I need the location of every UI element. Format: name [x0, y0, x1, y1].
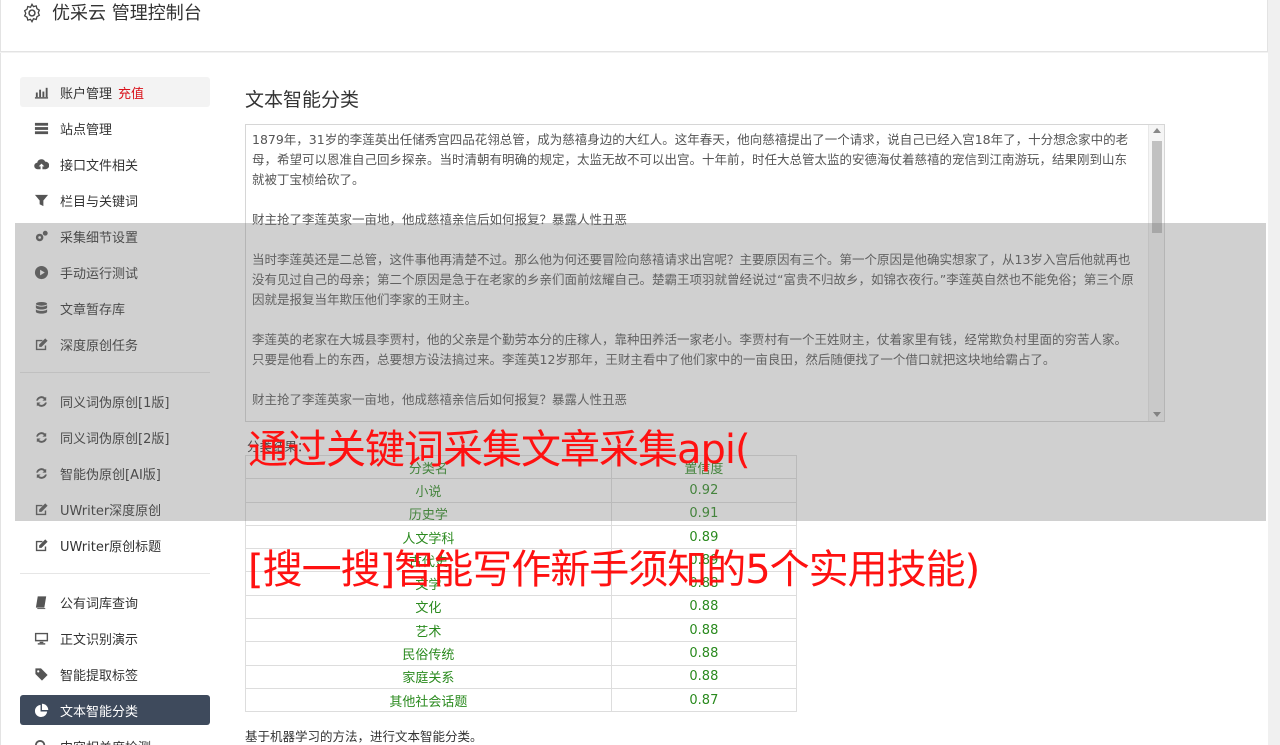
confidence-cell: 0.87 [610, 687, 798, 713]
book-icon [32, 593, 50, 611]
sidebar-item-label: UWriter原创标题 [60, 539, 162, 555]
sidebar-item-label: 正文识别演示 [60, 632, 139, 648]
footer-note: 基于机器学习的方法，进行文本智能分类。 [245, 729, 483, 744]
sidebar-item-tag-extract[interactable]: 智能提取标签 [20, 659, 210, 689]
category-cell: 民俗传统 [245, 641, 612, 666]
sidebar-item-label: 公有词库查询 [60, 596, 139, 612]
server-icon [32, 119, 50, 137]
gear-icon[interactable] [21, 2, 43, 24]
search-icon [32, 737, 50, 745]
sidebar-item-label: 智能提取标签 [60, 668, 139, 684]
scroll-thumb[interactable] [1152, 141, 1162, 233]
sidebar-item-account[interactable]: 账户管理 充值 [20, 77, 210, 107]
category-cell: 家庭关系 [245, 664, 612, 689]
table-row: 民俗传统 0.88 [245, 641, 798, 666]
sidebar-item-label: 文本智能分类 [60, 704, 139, 720]
category-cell: 艺术 [245, 618, 612, 643]
confidence-cell: 0.88 [610, 664, 798, 689]
sidebar-item-label: 栏目与关键词 [60, 194, 139, 210]
top-bar: 优采云 管理控制台 [0, 0, 1268, 52]
sidebar-item-text-classify[interactable]: 文本智能分类 [20, 695, 210, 725]
sidebar-item-label: 站点管理 [60, 122, 113, 138]
overlay-headline: [搜一搜]智能写作新手须知的5个实用技能) [248, 547, 980, 593]
category-cell: 文化 [245, 594, 612, 620]
scroll-up-icon[interactable] [1153, 128, 1161, 133]
cloud-upload-icon [32, 155, 50, 173]
page-scrollbar[interactable] [1268, 0, 1280, 745]
overlay-headline: 通过关键词采集文章采集api( [248, 427, 751, 473]
category-cell: 其他社会话题 [245, 687, 612, 713]
page-title: 文本智能分类 [245, 89, 360, 111]
sidebar-item-public-lexicon[interactable]: 公有词库查询 [20, 587, 210, 617]
app-title: 优采云 管理控制台 [52, 3, 202, 24]
sidebar-item-relevance-check[interactable]: 内容相关度检测 [20, 731, 210, 745]
filter-icon [32, 191, 50, 209]
article-paragraph: 1879年，31岁的李莲英出任储秀宫四品花翎总管，成为慈禧身边的大红人。这年春天… [252, 132, 1129, 187]
table-row: 文化 0.88 [245, 594, 798, 620]
table-row: 家庭关系 0.88 [245, 664, 798, 689]
recharge-link[interactable]: 充值 [118, 83, 144, 102]
sidebar-item-label: 账户管理 [60, 86, 113, 102]
sidebar-item-label: 内容相关度检测 [60, 737, 151, 745]
sidebar-item-sites[interactable]: 站点管理 [20, 113, 210, 143]
confidence-cell: 0.88 [610, 641, 798, 666]
confidence-cell: 0.88 [610, 618, 798, 643]
sidebar-item-interface-files[interactable]: 接口文件相关 [20, 149, 210, 179]
desktop-icon [32, 629, 50, 647]
confidence-cell: 0.88 [610, 594, 798, 620]
bar-chart-icon [32, 83, 50, 101]
sidebar-item-label: 接口文件相关 [60, 158, 139, 174]
tag-icon [32, 665, 50, 683]
table-row: 艺术 0.88 [245, 618, 798, 643]
sidebar-divider [20, 573, 210, 574]
gray-overlay-band [15, 223, 1266, 521]
sidebar-item-uwriter-title[interactable]: UWriter原创标题 [20, 530, 210, 560]
sidebar-item-text-recognition[interactable]: 正文识别演示 [20, 623, 210, 653]
table-row: 其他社会话题 0.87 [245, 687, 798, 713]
pie-chart-icon [32, 701, 50, 719]
sidebar-item-columns-keywords[interactable]: 栏目与关键词 [20, 185, 210, 215]
edit-icon [32, 536, 50, 554]
